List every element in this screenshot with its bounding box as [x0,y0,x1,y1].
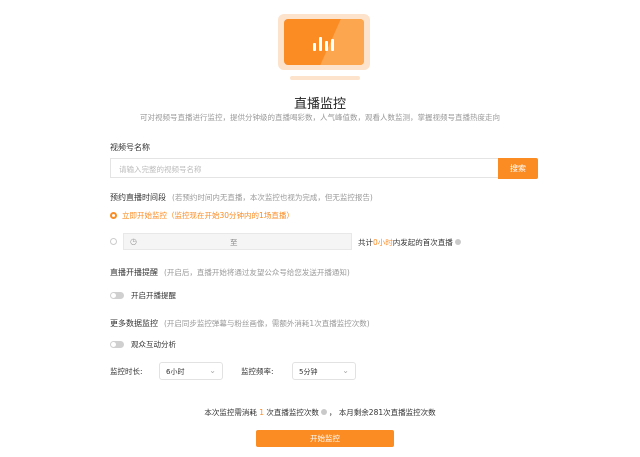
radio-start-now[interactable] [110,212,117,219]
reminder-toggle[interactable] [110,292,124,299]
clock-icon: ◷ [130,237,137,246]
radio-time-range[interactable] [110,238,117,245]
interaction-analysis-toggle[interactable] [110,341,124,348]
frequency-label: 监控频率: [241,367,274,376]
more-data-section: 更多数据监控 (开启同步监控弹幕与粉丝画像，需额外消耗1次直播监控次数) [110,318,370,329]
page-subtitle: 可对视频号直播进行监控，提供分钟级的直播喝彩数，人气峰值数，观看人数监测，掌握视… [140,113,500,122]
range-summary: 共计0小时内发起的首次直播 [358,237,463,248]
start-monitor-button[interactable]: 开始监控 [256,430,394,447]
schedule-section: 预约直播时间段 (若预约时间内无直播，本次监控也视为完成，但无监控报告) [110,192,373,203]
duration-label: 监控时长: [110,367,143,376]
search-button[interactable]: 搜索 [498,158,538,179]
chevron-down-icon: ⌄ [342,366,349,375]
schedule-label: 预约直播时间段 [110,193,166,202]
schedule-hint: (若预约时间内无直播，本次监控也视为完成，但无监控报告) [172,193,373,202]
range-separator: 至 [230,238,238,247]
reminder-section: 直播开播提醒 (开启后，直播开始将通过友望公众号给您发送开播通知) [110,267,350,278]
interaction-analysis-label: 观众互动分析 [131,340,176,349]
chart-bars-icon [284,19,364,65]
more-data-label: 更多数据监控 [110,319,158,328]
option-start-now-label[interactable]: 立即开始监控（监控现在开始30分钟内的1场直播） [122,210,294,221]
frequency-select[interactable]: 5分钟 ⌄ [292,362,356,380]
channel-search-input[interactable]: 请输入完整的视频号名称 [110,158,498,178]
page-title: 直播监控 [293,97,346,112]
chevron-down-icon: ⌄ [209,366,216,375]
duration-select[interactable]: 6小时 ⌄ [159,362,223,380]
reminder-label: 直播开播提醒 [110,268,158,277]
monitor-stand [290,76,360,80]
help-icon[interactable] [454,239,461,245]
reminder-hint: (开启后，直播开始将通过友望公众号给您发送开播通知) [164,268,350,277]
help-icon[interactable] [320,409,327,415]
usage-summary: 本次监控需消耗 1 次直播监控次数， 本月剩余281次直播监控次数 [204,408,436,417]
reminder-toggle-label: 开启开播提醒 [131,291,176,300]
channel-label: 视频号名称 [110,143,150,152]
more-data-hint: (开启同步监控弹幕与粉丝画像，需额外消耗1次直播监控次数) [164,319,370,328]
summary-hours: 0小时 [373,238,393,247]
usage-cost: 1 [259,408,265,417]
usage-remaining: 本月剩余281次直播监控次数 [338,408,436,417]
date-range-picker[interactable]: ◷ 至 [123,233,352,250]
